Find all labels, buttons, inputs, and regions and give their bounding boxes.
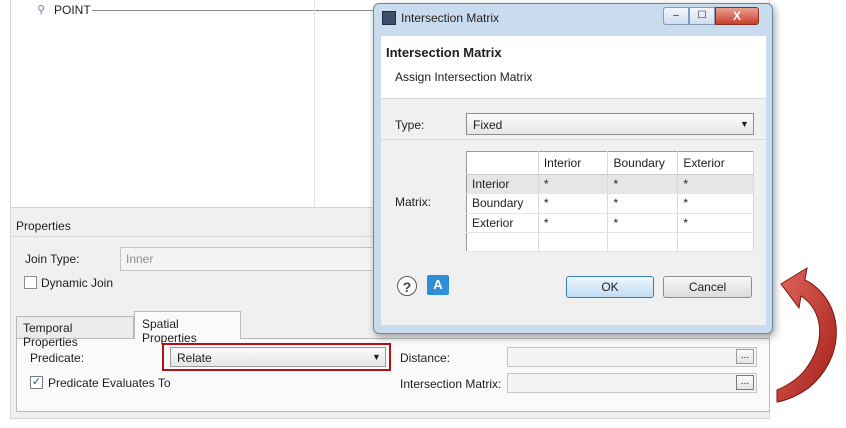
matrix-column-header: Boundary [607, 151, 679, 175]
intersection-matrix-field[interactable] [507, 373, 757, 393]
matrix-cell[interactable]: * [677, 193, 754, 214]
content-assist-icon[interactable]: A [427, 275, 449, 295]
tree-point-label[interactable]: POINT [54, 3, 91, 17]
close-button[interactable]: X [715, 7, 759, 25]
ok-button[interactable]: OK [566, 276, 654, 298]
join-type-label: Join Type: [25, 252, 80, 266]
dialog-heading: Intersection Matrix [386, 45, 502, 60]
dialog-divider [381, 139, 766, 140]
tree-connector-line [92, 10, 382, 11]
matrix-row[interactable]: Boundary * * * [466, 193, 754, 214]
cancel-button[interactable]: Cancel [663, 276, 752, 298]
type-label: Type: [395, 118, 425, 132]
dialog-app-icon [382, 11, 396, 25]
matrix-header-row: Interior Boundary Exterior [466, 151, 754, 175]
matrix-column-header: Exterior [677, 151, 754, 175]
maximize-button[interactable]: ☐ [689, 7, 715, 25]
predicate-evaluates-checkbox[interactable]: ✓ [30, 376, 43, 389]
dialog-subheading: Assign Intersection Matrix [395, 70, 533, 84]
join-type-field[interactable]: Inner [120, 247, 380, 271]
type-select[interactable]: Fixed [466, 113, 754, 135]
predicate-evaluates-label: Predicate Evaluates To [48, 376, 171, 390]
matrix-column-header: Interior [538, 151, 609, 175]
matrix-cell[interactable]: * [607, 213, 679, 233]
tab-temporal-properties[interactable]: Temporal Properties [16, 316, 134, 349]
curved-arrow-icon [776, 266, 837, 403]
matrix-corner-header [466, 151, 539, 175]
matrix-cell[interactable]: * [677, 213, 754, 233]
intersection-matrix-label: Intersection Matrix: [400, 377, 502, 391]
minimize-button[interactable]: ‒ [663, 7, 689, 25]
intersection-matrix-browse-button[interactable]: ... [736, 375, 754, 390]
dynamic-join-checkbox[interactable] [24, 276, 37, 289]
properties-title: Properties [16, 219, 71, 233]
matrix-cell[interactable]: * [538, 213, 609, 233]
matrix-row-header: Interior [466, 174, 539, 195]
distance-browse-button[interactable]: ... [736, 349, 754, 364]
matrix-label: Matrix: [395, 195, 431, 209]
matrix-cell[interactable]: * [538, 193, 609, 214]
dialog-title: Intersection Matrix [401, 11, 500, 25]
matrix-row[interactable]: Interior * * * [466, 174, 754, 195]
predicate-label: Predicate: [30, 351, 85, 365]
help-icon[interactable]: ? [397, 276, 417, 296]
matrix-cell[interactable]: * [677, 174, 754, 195]
predicate-highlight-box [162, 343, 391, 371]
tab-spatial-properties[interactable]: Spatial Properties [134, 311, 241, 345]
matrix-row-header: Exterior [466, 213, 539, 233]
matrix-row-header: Boundary [466, 193, 539, 214]
distance-label: Distance: [400, 351, 451, 365]
matrix-cell[interactable]: * [538, 174, 609, 195]
vertical-divider [314, 0, 315, 207]
distance-field[interactable] [507, 347, 757, 367]
matrix-row[interactable]: Exterior * * * [466, 213, 754, 233]
dynamic-join-label: Dynamic Join [41, 276, 114, 290]
matrix-empty-row [466, 232, 754, 253]
chevron-down-icon: ▼ [740, 119, 749, 129]
geometry-point-icon: ⚲ [37, 4, 46, 16]
matrix-table[interactable]: Interior Boundary Exterior Interior * * … [466, 151, 754, 253]
matrix-cell[interactable]: * [607, 174, 679, 195]
matrix-cell[interactable]: * [607, 193, 679, 214]
